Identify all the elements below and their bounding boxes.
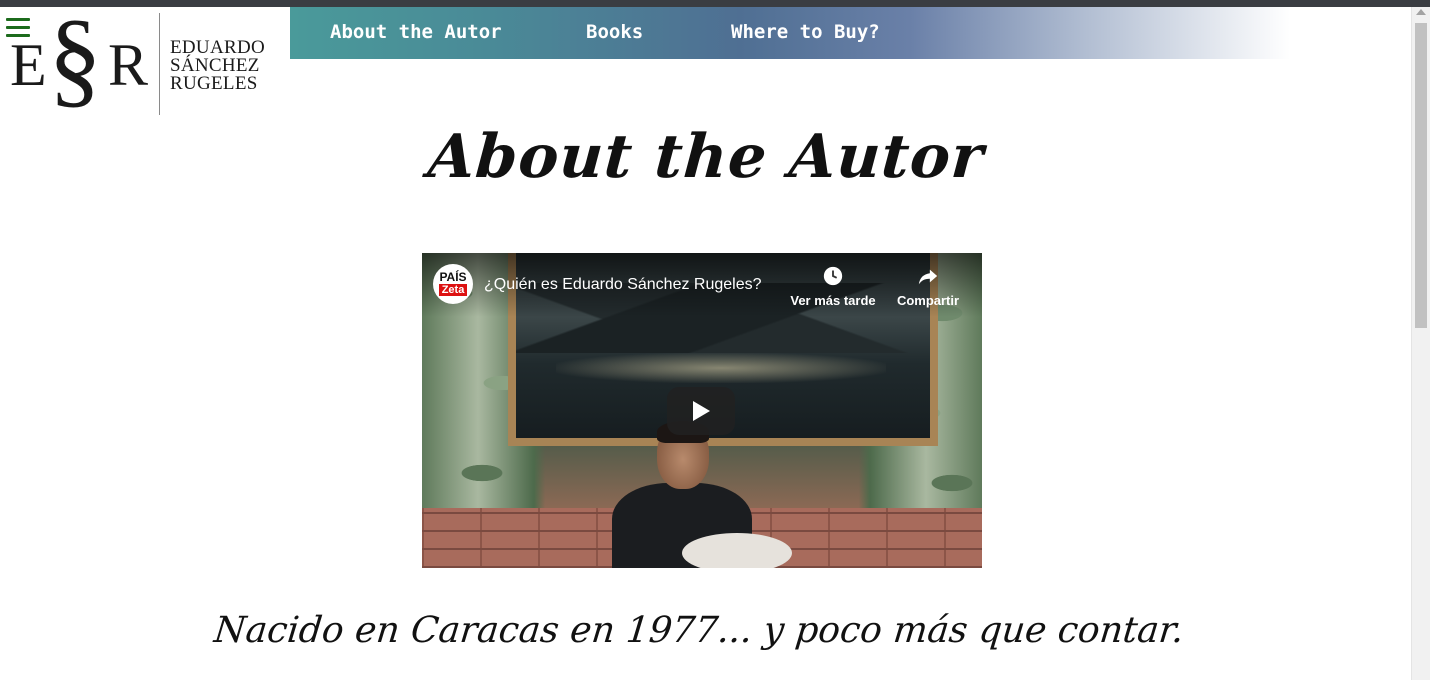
play-button[interactable]: [667, 387, 735, 435]
logo-monogram-section: §: [48, 0, 102, 118]
clock-icon: [823, 266, 843, 286]
page-title: About the Autor: [425, 122, 987, 192]
author-tagline: Nacido en Caracas en 1977... y poco más …: [212, 610, 1186, 651]
share-button[interactable]: Compartir: [883, 265, 973, 308]
video-embed[interactable]: PAÍS Zeta ¿Quién es Eduardo Sánchez Ruge…: [422, 253, 982, 568]
scroll-up-icon[interactable]: [1416, 9, 1426, 15]
browser-top-strip: [0, 0, 1430, 7]
logo-author-name: EDUARDO SÁNCHEZ RUGELES: [170, 38, 265, 94]
channel-avatar[interactable]: PAÍS Zeta: [433, 264, 473, 304]
scroll-thumb[interactable]: [1415, 23, 1427, 328]
watch-later-label: Ver más tarde: [790, 293, 876, 308]
site-logo[interactable]: E § R EDUARDO SÁNCHEZ RUGELES: [0, 0, 290, 119]
logo-monogram-r: R: [108, 32, 149, 98]
logo-divider: [159, 13, 160, 115]
channel-logo-top: PAÍS: [439, 270, 467, 284]
share-arrow-icon: [918, 269, 938, 285]
logo-name-line: RUGELES: [170, 73, 258, 94]
video-thumbnail-table: [682, 533, 792, 568]
play-icon: [693, 401, 710, 421]
logo-monogram-e: E: [10, 32, 47, 98]
channel-logo-bottom: Zeta: [439, 284, 467, 296]
main-nav: About the Autor Books Where to Buy?: [290, 7, 1290, 59]
nav-item-about[interactable]: About the Autor: [330, 21, 502, 43]
nav-item-where-to-buy[interactable]: Where to Buy?: [731, 21, 880, 43]
vertical-scrollbar[interactable]: [1411, 7, 1430, 680]
share-label: Compartir: [896, 293, 960, 308]
nav-item-books[interactable]: Books: [586, 21, 643, 43]
watch-later-button[interactable]: Ver más tarde: [788, 265, 878, 308]
video-title[interactable]: ¿Quién es Eduardo Sánchez Rugeles?: [484, 276, 784, 294]
